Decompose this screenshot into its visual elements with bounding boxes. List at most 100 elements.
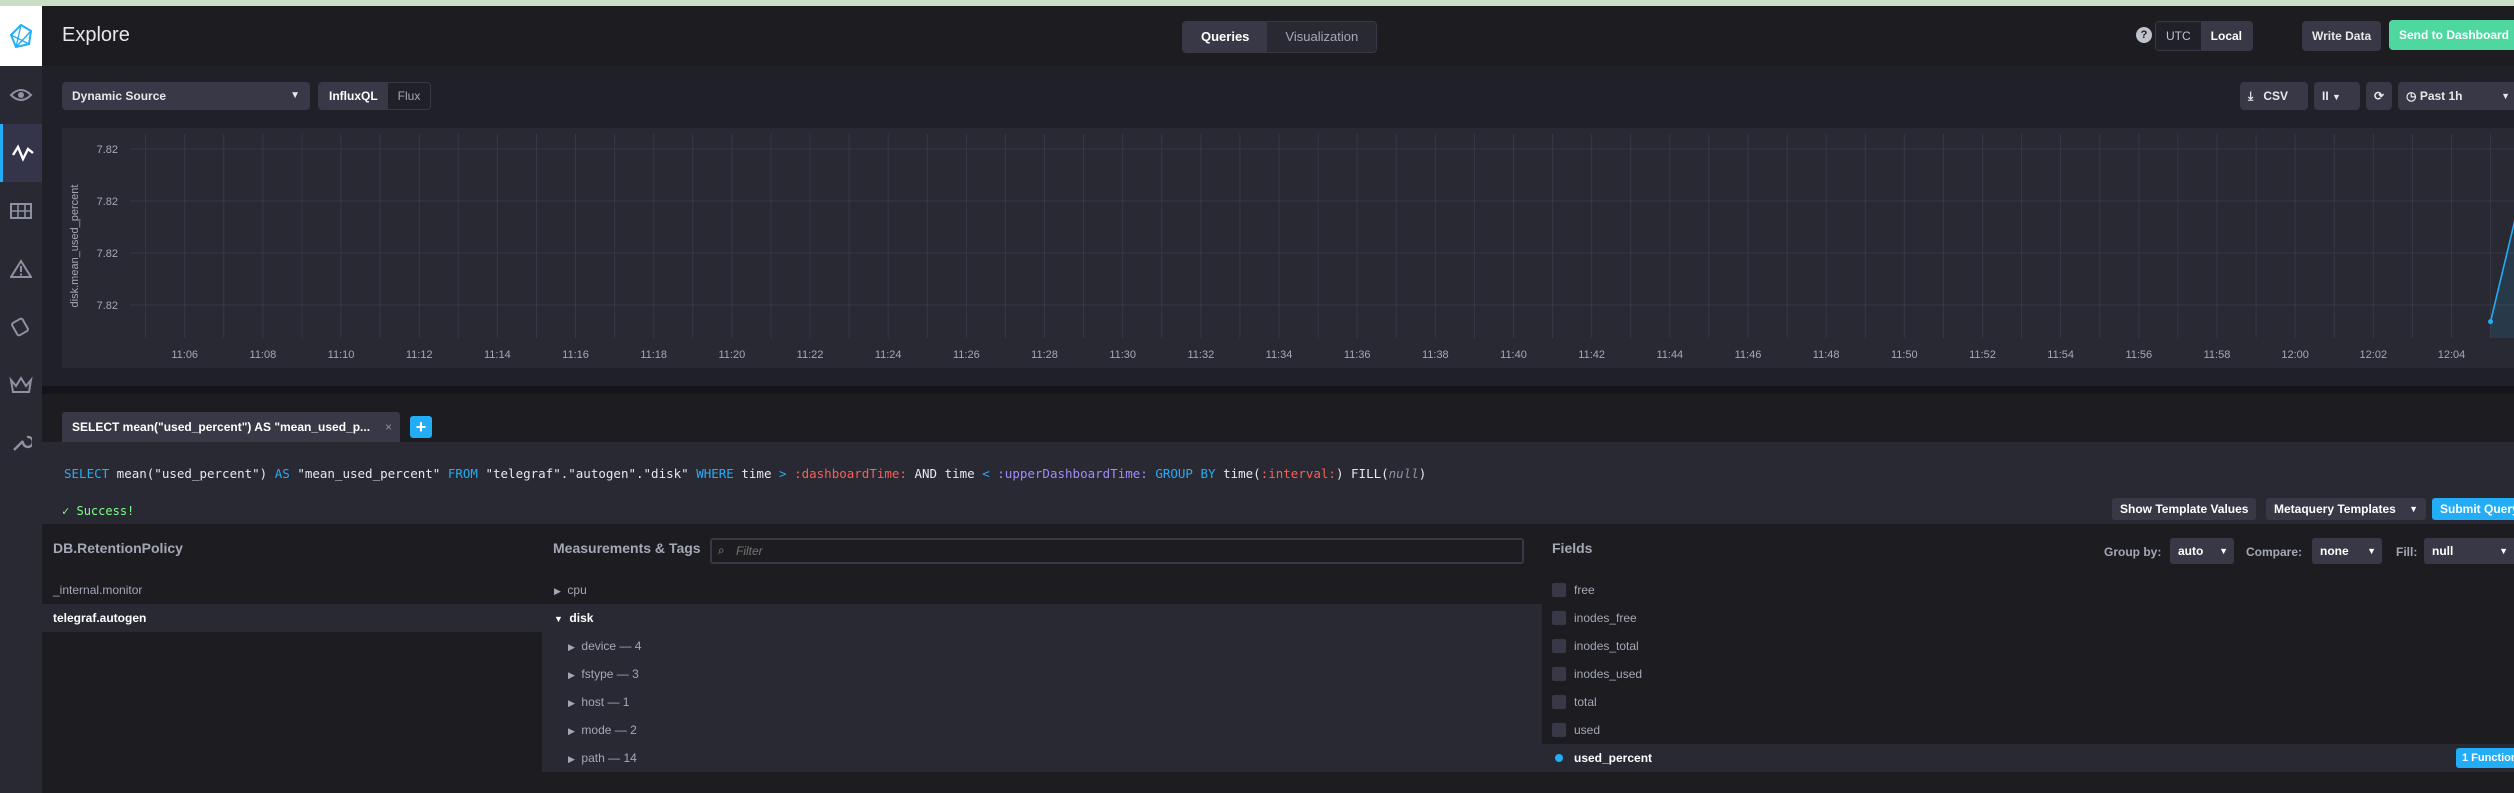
source-dropdown-label: Dynamic Source (72, 89, 167, 103)
add-query-button[interactable]: + (410, 416, 432, 438)
y-tick-label: 7.82 (97, 144, 118, 156)
compare-dropdown[interactable]: none ▼ (2312, 538, 2382, 564)
time-range-dropdown[interactable]: ◷ Past 1h ▼ (2398, 82, 2514, 110)
field-item[interactable]: inodes_total (1542, 632, 2514, 660)
measurement-filter[interactable]: ⌕ (710, 538, 1524, 564)
write-data-button[interactable]: Write Data (2302, 21, 2382, 51)
tz-utc-button[interactable]: UTC (2156, 22, 2201, 50)
unchecked-box-icon[interactable] (1552, 611, 1566, 625)
query-editor-text[interactable]: SELECT mean("used_percent") AS "mean_use… (64, 466, 1426, 481)
field-item[interactable]: inodes_used (1542, 660, 2514, 688)
metaquery-templates-label: Metaquery Templates (2274, 502, 2396, 516)
x-tick-label: 11:32 (1187, 349, 1214, 361)
query-token: :interval: (1260, 466, 1336, 481)
unchecked-box-icon[interactable] (1552, 583, 1566, 597)
y-tick-label: 7.82 (97, 300, 118, 312)
influx-logo-icon[interactable] (0, 6, 42, 66)
measurement-item[interactable]: ▶ mode — 2 (542, 716, 1542, 744)
x-tick-label: 11:56 (2125, 349, 2152, 361)
query-token: time (733, 466, 779, 481)
caret-down-icon: ▼ (2409, 504, 2418, 514)
group-by-value: auto (2178, 544, 2204, 558)
admin-crown-icon[interactable] (0, 356, 42, 414)
field-item[interactable]: free (1542, 576, 2514, 604)
measurement-item[interactable]: ▶ cpu (542, 576, 1542, 604)
tz-local-button[interactable]: Local (2200, 22, 2253, 50)
field-label: inodes_free (1574, 611, 1637, 625)
x-tick-label: 11:10 (328, 349, 355, 361)
tab-visualization[interactable]: Visualization (1267, 22, 1377, 52)
status-eye-icon[interactable] (0, 66, 42, 124)
query-token: WHERE (696, 466, 734, 481)
db-item[interactable]: telegraf.autogen (42, 604, 542, 632)
data-point[interactable] (2488, 319, 2494, 325)
dashboards-grid-icon[interactable] (0, 182, 42, 240)
caret-down-icon: ▼ (554, 614, 566, 624)
auto-refresh-dropdown[interactable]: II ▼ (2314, 82, 2360, 110)
query-token: mean("used_percent") (109, 466, 275, 481)
x-tick-label: 11:40 (1500, 349, 1527, 361)
db-item[interactable]: _internal.monitor (42, 576, 542, 604)
caret-right-icon: ▶ (568, 698, 578, 708)
unchecked-box-icon[interactable] (1552, 695, 1566, 709)
query-token: ) FILL( (1335, 466, 1389, 481)
influxql-button[interactable]: InfluxQL (319, 83, 388, 109)
x-tick-label: 11:16 (562, 349, 589, 361)
field-item[interactable]: total (1542, 688, 2514, 716)
measurement-item[interactable]: ▶ device — 4 (542, 632, 1542, 660)
measurement-item[interactable]: ▼ disk (542, 604, 1542, 632)
unchecked-box-icon[interactable] (1552, 723, 1566, 737)
field-item[interactable]: used (1542, 716, 2514, 744)
tab-queries[interactable]: Queries (1183, 22, 1268, 52)
fill-label: Fill: (2396, 545, 2418, 559)
caret-down-icon: ▼ (2367, 546, 2376, 556)
close-query-icon[interactable]: × (385, 412, 392, 442)
fill-dropdown[interactable]: null ▼ (2424, 538, 2514, 564)
caret-right-icon: ▶ (568, 642, 578, 652)
source-dropdown[interactable]: Dynamic Source ▼ (62, 82, 310, 110)
query-token: SELECT (64, 466, 110, 481)
measurement-item[interactable]: ▶ path — 14 (542, 744, 1542, 772)
help-icon[interactable]: ? (2136, 27, 2152, 43)
field-item[interactable]: used_percent 1 Function (1542, 744, 2514, 772)
db-column-header: DB.RetentionPolicy (53, 540, 183, 556)
group-by-dropdown[interactable]: auto ▼ (2170, 538, 2234, 564)
download-icon: ⤓ (2248, 89, 2254, 103)
explore-graph-icon[interactable] (0, 124, 42, 182)
query-token: AND time (906, 466, 983, 481)
field-label: used_percent (1574, 751, 1653, 765)
field-item[interactable]: inodes_free (1542, 604, 2514, 632)
configuration-wrench-icon[interactable] (0, 414, 42, 472)
filter-input[interactable] (712, 540, 1522, 562)
checked-radio-icon[interactable] (1552, 751, 1566, 765)
unchecked-box-icon[interactable] (1552, 667, 1566, 681)
caret-down-icon: ▼ (2501, 91, 2510, 101)
measurements-column-header: Measurements & Tags (553, 540, 701, 556)
flux-button[interactable]: Flux (387, 83, 431, 109)
pane-resize-divider[interactable] (42, 386, 2514, 394)
line-graph[interactable]: 7.82 7.82 7.82 7.82 disk.mean_used_percent 11… (62, 128, 2514, 368)
query-token: null (1388, 466, 1419, 481)
x-tick-label: 11:22 (797, 349, 824, 361)
measurement-item[interactable]: ▶ host — 1 (542, 688, 1542, 716)
unchecked-box-icon[interactable] (1552, 639, 1566, 653)
measurement-item[interactable]: ▶ fstype — 3 (542, 660, 1542, 688)
csv-label: CSV (2263, 89, 2289, 103)
refresh-icon[interactable]: ⟳ (2366, 82, 2392, 110)
check-icon: ✓ (62, 504, 70, 518)
show-template-values-button[interactable]: Show Template Values (2112, 498, 2257, 520)
submit-query-button[interactable]: Submit Query (2432, 498, 2514, 520)
clock-icon: ◷ (2406, 89, 2417, 103)
query-token: > (779, 466, 787, 481)
field-label: inodes_used (1574, 667, 1643, 681)
x-tick-label: 11:58 (2204, 349, 2231, 361)
alerts-warning-icon[interactable] (0, 240, 42, 298)
metaquery-templates-dropdown[interactable]: Metaquery Templates ▼ (2266, 498, 2426, 520)
send-to-dashboard-button[interactable]: Send to Dashboard (2389, 20, 2514, 50)
fields-column-header: Fields (1552, 540, 1593, 556)
log-viewer-icon[interactable] (0, 298, 42, 356)
csv-download-button[interactable]: ⤓ CSV (2240, 82, 2308, 110)
functions-badge[interactable]: 1 Function (2456, 748, 2514, 768)
query-tab[interactable]: SELECT mean("used_percent") AS "mean_use… (62, 412, 400, 442)
measurement-label: host — 1 (581, 695, 630, 709)
